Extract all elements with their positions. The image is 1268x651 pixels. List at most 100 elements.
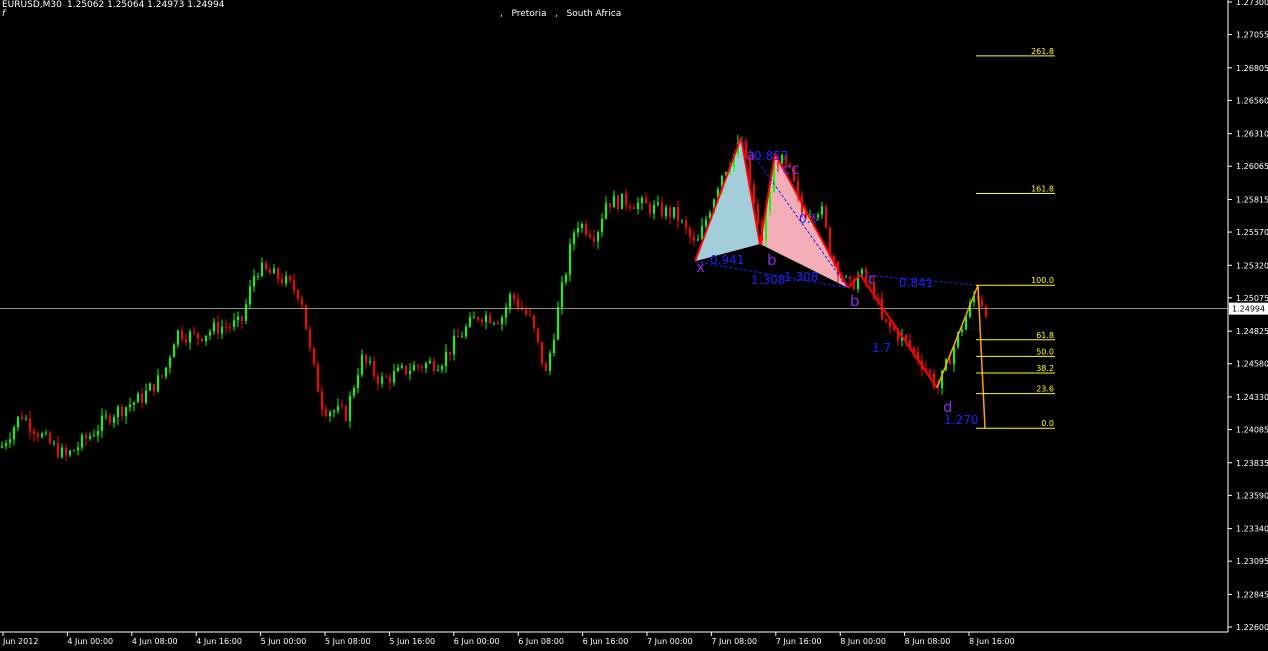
y-tick-label: 1.25320 [1236, 261, 1268, 270]
candle-body [85, 435, 87, 439]
candle-body [121, 406, 123, 417]
candle-body [153, 383, 155, 392]
candle-body [301, 298, 303, 305]
candle-body [409, 370, 411, 374]
candle-body [677, 207, 679, 222]
candle-body [81, 435, 83, 448]
candle-body [229, 326, 231, 328]
ratio-cd-label: 0.841 [899, 276, 933, 290]
candle-body [309, 329, 311, 349]
candle-body [365, 354, 367, 363]
candle-body [885, 319, 887, 322]
fib-level-label: 0.0 [1041, 419, 1054, 428]
candle-body [493, 322, 495, 324]
candle-body [217, 322, 219, 334]
ratio-mid-label: 1.7 [872, 341, 891, 355]
candle-body [113, 417, 115, 423]
candle-body [33, 430, 35, 435]
candle-body [565, 274, 567, 283]
candle-body [65, 447, 67, 456]
candle-body [385, 376, 387, 378]
fib-level-label: 261.8 [1031, 47, 1054, 56]
candle-body [445, 351, 447, 367]
candle-body [549, 353, 551, 371]
candles [1, 134, 987, 462]
y-tick-label: 1.27300 [1236, 0, 1268, 7]
candle-body [241, 316, 243, 322]
candle-body [961, 329, 963, 333]
candle-body [161, 375, 163, 377]
candle-body [77, 447, 79, 451]
candle-body [653, 204, 655, 214]
candle-body [205, 335, 207, 341]
candle-body [513, 294, 515, 300]
fib-level-label: 161.8 [1031, 184, 1054, 193]
x-tick-label: 5 Jun 16:00 [389, 637, 435, 646]
candle-body [337, 405, 339, 411]
candle-body [169, 357, 171, 368]
y-tick-label: 1.22845 [1236, 590, 1268, 599]
y-tick-label: 1.23095 [1236, 557, 1268, 566]
candle-body [649, 203, 651, 214]
candle-body [477, 317, 479, 320]
candle-body [5, 443, 7, 446]
symbol-title: EURUSD,M30 [2, 0, 62, 10]
candle-body [13, 427, 15, 440]
candle-body [401, 365, 403, 368]
candle-body [621, 193, 623, 210]
candle-body [41, 433, 43, 438]
x-tick-label: 7 Jun 16:00 [776, 637, 822, 646]
candle-body [225, 326, 227, 328]
candle-body [369, 361, 371, 363]
candle-body [293, 280, 295, 291]
candle-body [681, 220, 683, 222]
point-c3-label: c [868, 270, 876, 288]
y-tick-label: 1.23835 [1236, 459, 1268, 468]
candle-body [17, 416, 19, 428]
candle-body [497, 322, 499, 325]
candle-body [9, 439, 11, 444]
candle-body [489, 315, 491, 324]
y-tick-label: 1.24085 [1236, 426, 1268, 435]
candle-body [845, 276, 847, 278]
candle-body [269, 269, 271, 274]
y-tick-label: 1.25570 [1236, 228, 1268, 237]
candle-body [213, 322, 215, 332]
candle-body [25, 418, 27, 420]
fib-level-label: 50.0 [1036, 347, 1054, 356]
candle-body [637, 202, 639, 209]
candle-body [105, 415, 107, 417]
x-tick-label: 4 Jun 00:00 [67, 637, 113, 646]
candle-body [89, 435, 91, 439]
candle-body [981, 299, 983, 307]
candle-body [689, 228, 691, 238]
candle-body [353, 388, 355, 396]
candle-body [893, 327, 895, 331]
candle-body [37, 434, 39, 438]
candle-body [329, 412, 331, 416]
y-tick-label: 1.24330 [1236, 393, 1268, 402]
y-tick-label: 1.23340 [1236, 525, 1268, 534]
candle-body [545, 363, 547, 371]
candle-body [177, 330, 179, 345]
candle-body [601, 218, 603, 233]
candle-body [693, 237, 695, 241]
candle-body [825, 206, 827, 228]
candle-body [273, 268, 275, 274]
candle-body [373, 361, 375, 376]
y-tick-label: 1.24580 [1236, 360, 1268, 369]
candle-body [629, 205, 631, 208]
candle-body [141, 393, 143, 403]
candle-body [697, 239, 699, 241]
price-chart[interactable]: 1.24994 261.8 161.8 100.0 61.8 50.0 38.2 23.6 0… [0, 0, 1268, 651]
candle-body [345, 405, 347, 421]
y-tick-label: 1.26560 [1236, 96, 1268, 105]
candle-body [625, 193, 627, 206]
candle-body [641, 197, 643, 203]
candle-body [73, 450, 75, 452]
candle-body [29, 418, 31, 431]
point-b-label: b [767, 251, 777, 269]
candle-body [661, 202, 663, 217]
candle-body [569, 244, 571, 275]
y-tick-label: 1.23590 [1236, 491, 1268, 500]
